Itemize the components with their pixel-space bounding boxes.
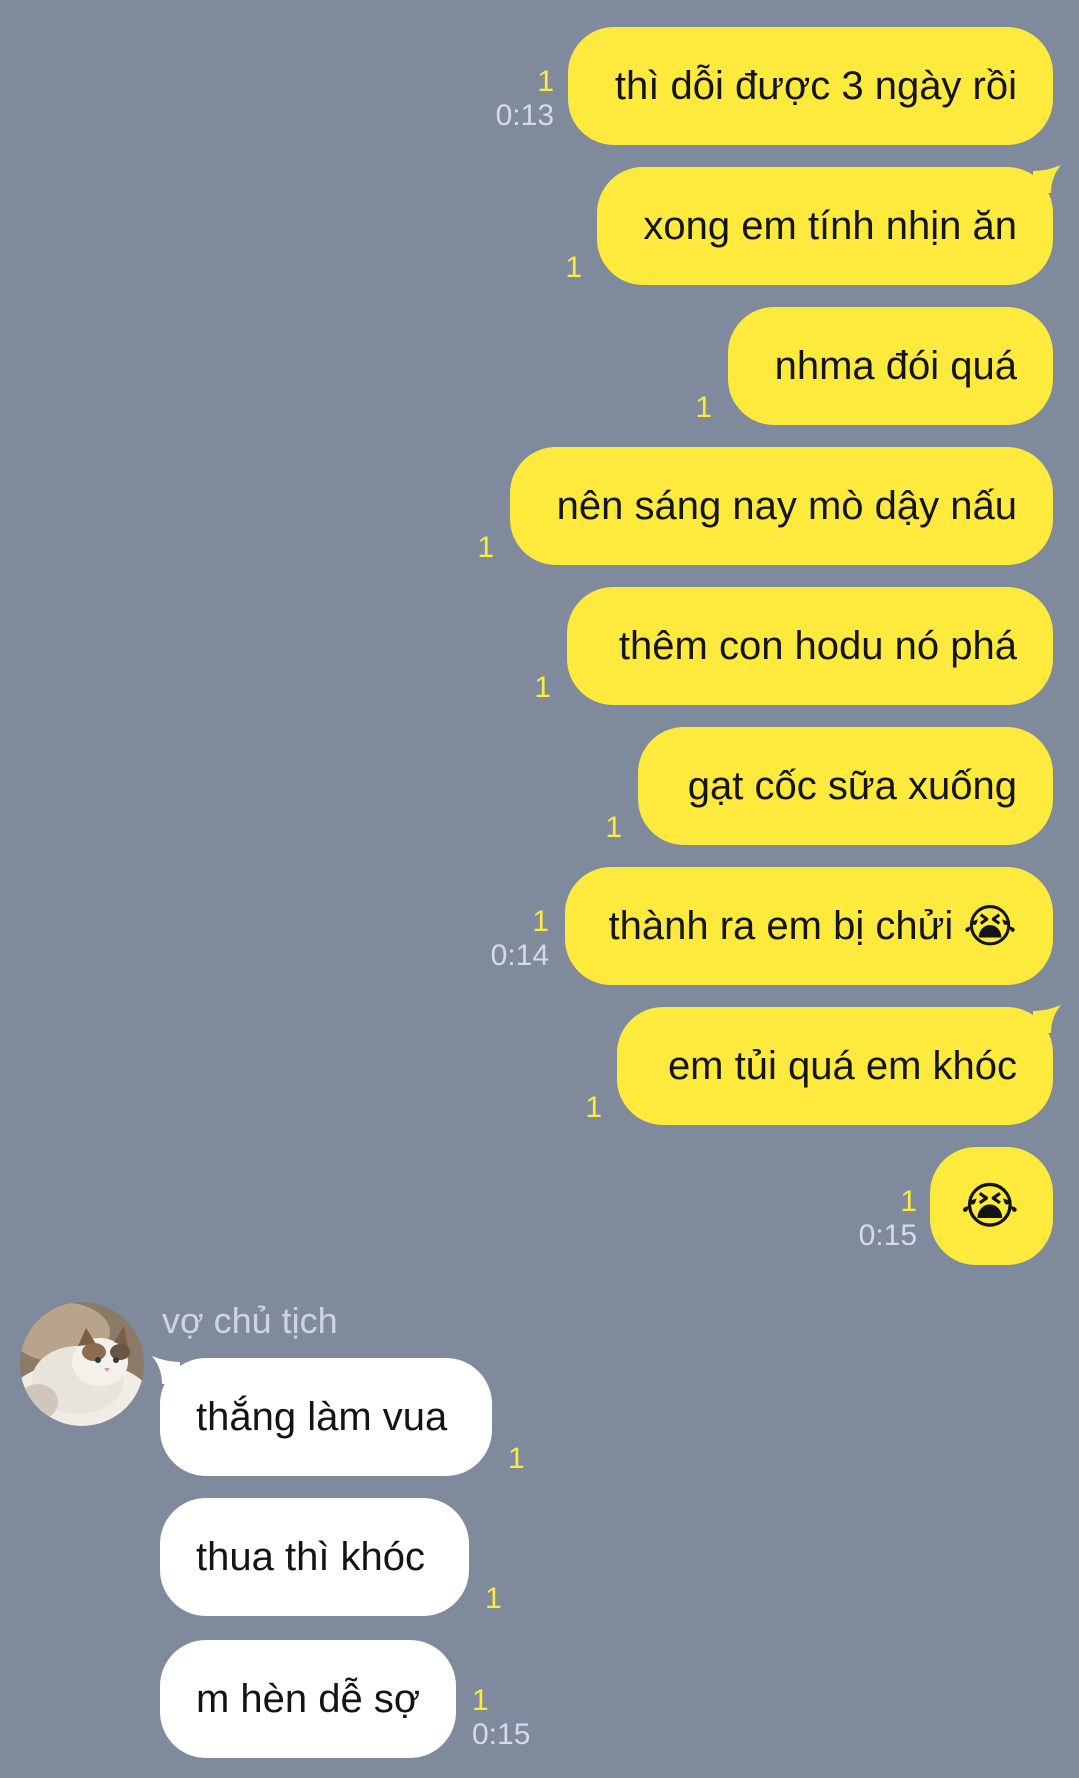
outgoing-message-bubble[interactable]: xong em tính nhịn ăn [597,167,1053,285]
read-count: 1 [534,671,551,704]
incoming-message-bubble[interactable]: m hèn dễ sợ [160,1640,456,1758]
outgoing-message-bubble[interactable]: thành ra em bị chửi 😭 [565,867,1053,985]
outgoing-message-bubble[interactable]: em tủi quá em khóc [617,1007,1053,1125]
message-meta: 1 [485,1582,502,1616]
message-text: nhma đói quá [774,343,1017,388]
outgoing-message-bubble[interactable]: thêm con hodu nó phá [567,587,1053,705]
message-meta: 1 0:14 [491,905,549,973]
outgoing-message-bubble[interactable]: gạt cốc sữa xuống [638,727,1053,845]
read-count: 1 [477,531,494,564]
message-text: thắng làm vua [196,1394,448,1439]
message-meta: 1 [565,251,582,285]
read-count: 1 [695,391,712,424]
message-meta: 1 [534,671,551,705]
chat-area: thì dỗi được 3 ngày rồi 1 0:13 xong em t… [0,0,1079,1778]
message-meta: 1 0:15 [472,1684,530,1752]
outgoing-message-bubble[interactable]: nhma đói quá [728,307,1053,425]
read-count: 1 [585,1091,602,1124]
message-text: nên sáng nay mò dậy nấu [556,483,1017,528]
message-meta: 1 0:13 [496,65,554,133]
outgoing-message-bubble[interactable]: nên sáng nay mò dậy nấu [510,447,1053,565]
message-text: m hèn dễ sợ [196,1676,421,1721]
read-count: 1 [605,811,622,844]
read-count: 1 [472,1684,489,1717]
message-time: 0:14 [490,939,549,972]
message-meta: 1 [695,391,712,425]
incoming-message-bubble[interactable]: thắng làm vua [160,1358,492,1476]
read-count: 1 [532,905,549,938]
message-meta: 1 [585,1091,602,1125]
message-meta: 1 [477,531,494,565]
outgoing-message-bubble[interactable]: thì dỗi được 3 ngày rồi [568,27,1053,145]
message-text: em tủi quá em khóc [667,1043,1017,1088]
message-text: thành ra em bị chửi [608,903,954,948]
message-time: 0:15 [858,1219,917,1252]
read-count: 1 [537,65,554,98]
read-count: 1 [565,251,582,284]
message-text: xong em tính nhịn ăn [643,203,1017,248]
outgoing-message-bubble[interactable]: 😭 [930,1147,1053,1265]
message-meta: 1 [508,1442,525,1476]
crying-face-icon: 😭 [963,899,1017,953]
message-text: thêm con hodu nó phá [618,623,1017,668]
message-text: gạt cốc sữa xuống [687,763,1017,808]
read-count: 1 [900,1185,917,1218]
message-time: 0:13 [495,99,554,132]
read-count: 1 [485,1582,502,1615]
message-meta: 1 [605,811,622,845]
sender-name: vợ chủ tịch [162,1300,338,1341]
cat-avatar-icon [20,1302,144,1426]
crying-face-icon: 😭 [960,1177,1019,1235]
avatar[interactable] [20,1302,144,1426]
incoming-message-bubble[interactable]: thua thì khóc [160,1498,469,1616]
read-count: 1 [508,1442,525,1475]
message-text: thì dỗi được 3 ngày rồi [614,63,1017,108]
message-time: 0:15 [472,1718,531,1751]
message-meta: 1 0:15 [859,1185,917,1253]
message-text: thua thì khóc [196,1534,426,1579]
